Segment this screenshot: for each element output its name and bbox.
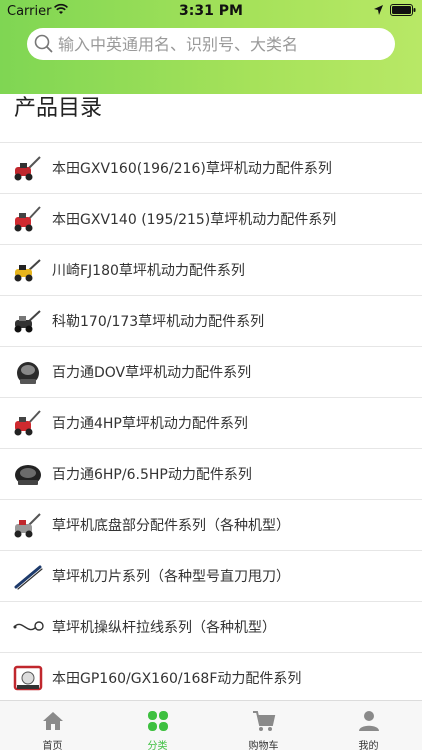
home-icon xyxy=(43,712,63,730)
user-icon xyxy=(359,711,379,731)
catalog-item-label: 川崎FJ180草坪机动力配件系列 xyxy=(52,263,245,279)
catalog-item[interactable]: 本田GXV140 (195/215)草坪机动力配件系列 xyxy=(0,194,422,245)
catalog-item-label: 本田GXV160(196/216)草坪机动力配件系列 xyxy=(52,161,332,177)
search-icon xyxy=(34,34,53,53)
blade-icon xyxy=(14,565,43,590)
tab-home-label: 首页 xyxy=(42,741,63,750)
mower-icon xyxy=(14,259,41,282)
catalog-item-label: 百力通DOV草坪机动力配件系列 xyxy=(52,365,252,381)
mower-icon xyxy=(14,513,41,538)
catalog-item-label: 草坪机底盘部分配件系列（各种机型） xyxy=(52,518,290,534)
catalog-item-label: 百力通4HP草坪机动力配件系列 xyxy=(52,416,248,432)
catalog-item-label: 本田GXV140 (195/215)草坪机动力配件系列 xyxy=(52,212,337,228)
tab-category-label: 分类 xyxy=(147,741,168,750)
tab-category[interactable]: 分类 xyxy=(105,701,210,750)
engine-icon xyxy=(17,362,39,384)
catalog-item[interactable]: 草坪机操纵杆拉线系列（各种机型） xyxy=(0,602,422,653)
generator-icon xyxy=(13,665,43,691)
catalog-item-label: 百力通6HP/6.5HP动力配件系列 xyxy=(52,467,252,483)
catalog-item[interactable]: 本田GP160/GX160/168F动力配件系列 xyxy=(0,653,422,704)
catalog-item-label: 草坪机刀片系列（各种型号直刀甩刀） xyxy=(52,569,290,585)
page-title: 产品目录 xyxy=(14,96,103,121)
catalog-item[interactable]: 川崎FJ180草坪机动力配件系列 xyxy=(0,245,422,296)
status-bar: Carrier 3:31 PM xyxy=(0,0,422,22)
header-bar: Carrier 3:31 PM xyxy=(0,0,422,94)
catalog-item-label: 科勒170/173草坪机动力配件系列 xyxy=(52,314,265,330)
tab-home[interactable]: 首页 xyxy=(0,701,105,750)
mower-icon xyxy=(14,156,41,181)
catalog-list: 本田GXV160(196/216)草坪机动力配件系列 本田GXV140 (195… xyxy=(0,142,422,704)
mower-icon xyxy=(14,410,41,436)
catalog-item-label: 草坪机操纵杆拉线系列（各种机型） xyxy=(52,620,276,636)
clock: 3:31 PM xyxy=(179,3,243,19)
battery-icon xyxy=(390,4,416,16)
tab-profile[interactable]: 我的 xyxy=(316,701,421,750)
tab-cart[interactable]: 购物车 xyxy=(211,701,316,750)
engine-icon xyxy=(15,465,41,485)
catalog-item[interactable]: 科勒170/173草坪机动力配件系列 xyxy=(0,296,422,347)
catalog-item[interactable]: 草坪机刀片系列（各种型号直刀甩刀） xyxy=(0,551,422,602)
catalog-item[interactable]: 百力通DOV草坪机动力配件系列 xyxy=(0,347,422,398)
catalog-item[interactable]: 本田GXV160(196/216)草坪机动力配件系列 xyxy=(0,143,422,194)
tab-profile-label: 我的 xyxy=(358,741,379,750)
catalog-item[interactable]: 百力通4HP草坪机动力配件系列 xyxy=(0,398,422,449)
mower-icon xyxy=(14,206,41,232)
mower-icon xyxy=(14,310,41,333)
cable-icon xyxy=(13,621,44,631)
category-icon xyxy=(148,711,168,731)
search-input[interactable] xyxy=(58,28,388,60)
location-arrow-icon xyxy=(374,5,383,15)
catalog-item[interactable]: 百力通6HP/6.5HP动力配件系列 xyxy=(0,449,422,500)
tab-bar: 首页 分类 购物车 我的 xyxy=(0,700,422,750)
search-box[interactable] xyxy=(27,28,395,60)
catalog-item-label: 本田GP160/GX160/168F动力配件系列 xyxy=(52,671,302,687)
cart-icon xyxy=(253,711,276,731)
tab-cart-label: 购物车 xyxy=(248,741,279,750)
catalog-item[interactable]: 草坪机底盘部分配件系列（各种机型） xyxy=(0,500,422,551)
